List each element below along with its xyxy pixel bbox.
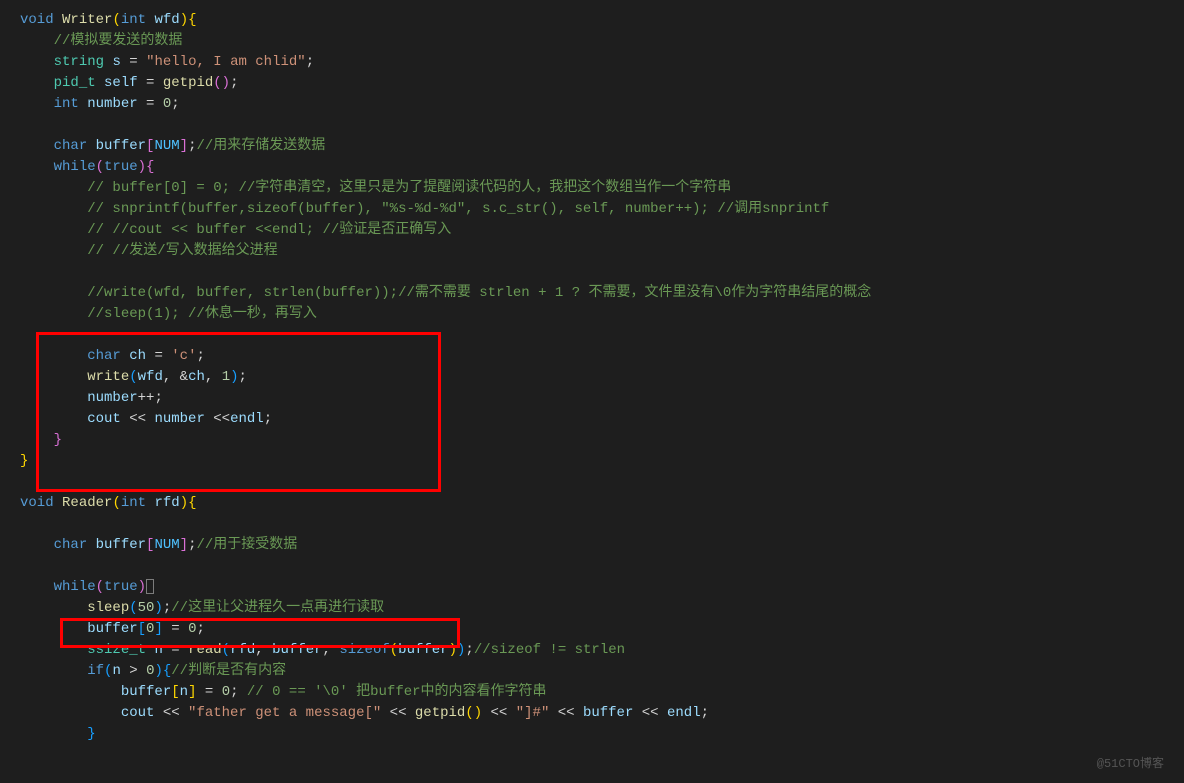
code-line: // snprintf(buffer,sizeof(buffer), "%s-%… (20, 199, 1164, 220)
code-line: buffer[n] = 0; // 0 == '\0' 把buffer中的内容看… (20, 682, 1164, 703)
code-line: //write(wfd, buffer, strlen(buffer));//需… (20, 283, 1164, 304)
code-line: //模拟要发送的数据 (20, 31, 1164, 52)
code-line: sleep(50);//这里让父进程久一点再进行读取 (20, 598, 1164, 619)
watermark: @51CTO博客 (1097, 755, 1164, 773)
code-line: } (20, 451, 1164, 472)
code-line: char buffer[NUM];//用于接受数据 (20, 535, 1164, 556)
code-line: buffer[0] = 0; (20, 619, 1164, 640)
code-line: //sleep(1); //休息一秒，再写入 (20, 304, 1164, 325)
code-line: // //cout << buffer <<endl; //验证是否正确写入 (20, 220, 1164, 241)
code-line: while(true){ (20, 157, 1164, 178)
code-line: char ch = 'c'; (20, 346, 1164, 367)
code-line: int number = 0; (20, 94, 1164, 115)
code-line: write(wfd, &ch, 1); (20, 367, 1164, 388)
code-line: number++; (20, 388, 1164, 409)
code-line: void Reader(int rfd){ (20, 493, 1164, 514)
code-line: } (20, 724, 1164, 745)
code-line (20, 325, 1164, 346)
code-line: while(true) (20, 577, 1164, 598)
code-line: // buffer[0] = 0; //字符串清空，这里只是为了提醒阅读代码的人… (20, 178, 1164, 199)
code-line (20, 556, 1164, 577)
code-line (20, 472, 1164, 493)
code-line (20, 514, 1164, 535)
code-line: if(n > 0){//判断是否有内容 (20, 661, 1164, 682)
code-editor[interactable]: void Writer(int wfd){ //模拟要发送的数据 string … (20, 10, 1164, 745)
code-line (20, 115, 1164, 136)
code-line: // //发送/写入数据给父进程 (20, 241, 1164, 262)
code-line: ssize_t n = read(rfd, buffer, sizeof(buf… (20, 640, 1164, 661)
code-line: } (20, 430, 1164, 451)
cursor-indicator (146, 579, 154, 594)
code-line: cout << number <<endl; (20, 409, 1164, 430)
code-line: pid_t self = getpid(); (20, 73, 1164, 94)
code-line: cout << "father get a message[" << getpi… (20, 703, 1164, 724)
code-line (20, 262, 1164, 283)
code-line: void Writer(int wfd){ (20, 10, 1164, 31)
code-line: string s = "hello, I am chlid"; (20, 52, 1164, 73)
code-line: char buffer[NUM];//用来存储发送数据 (20, 136, 1164, 157)
